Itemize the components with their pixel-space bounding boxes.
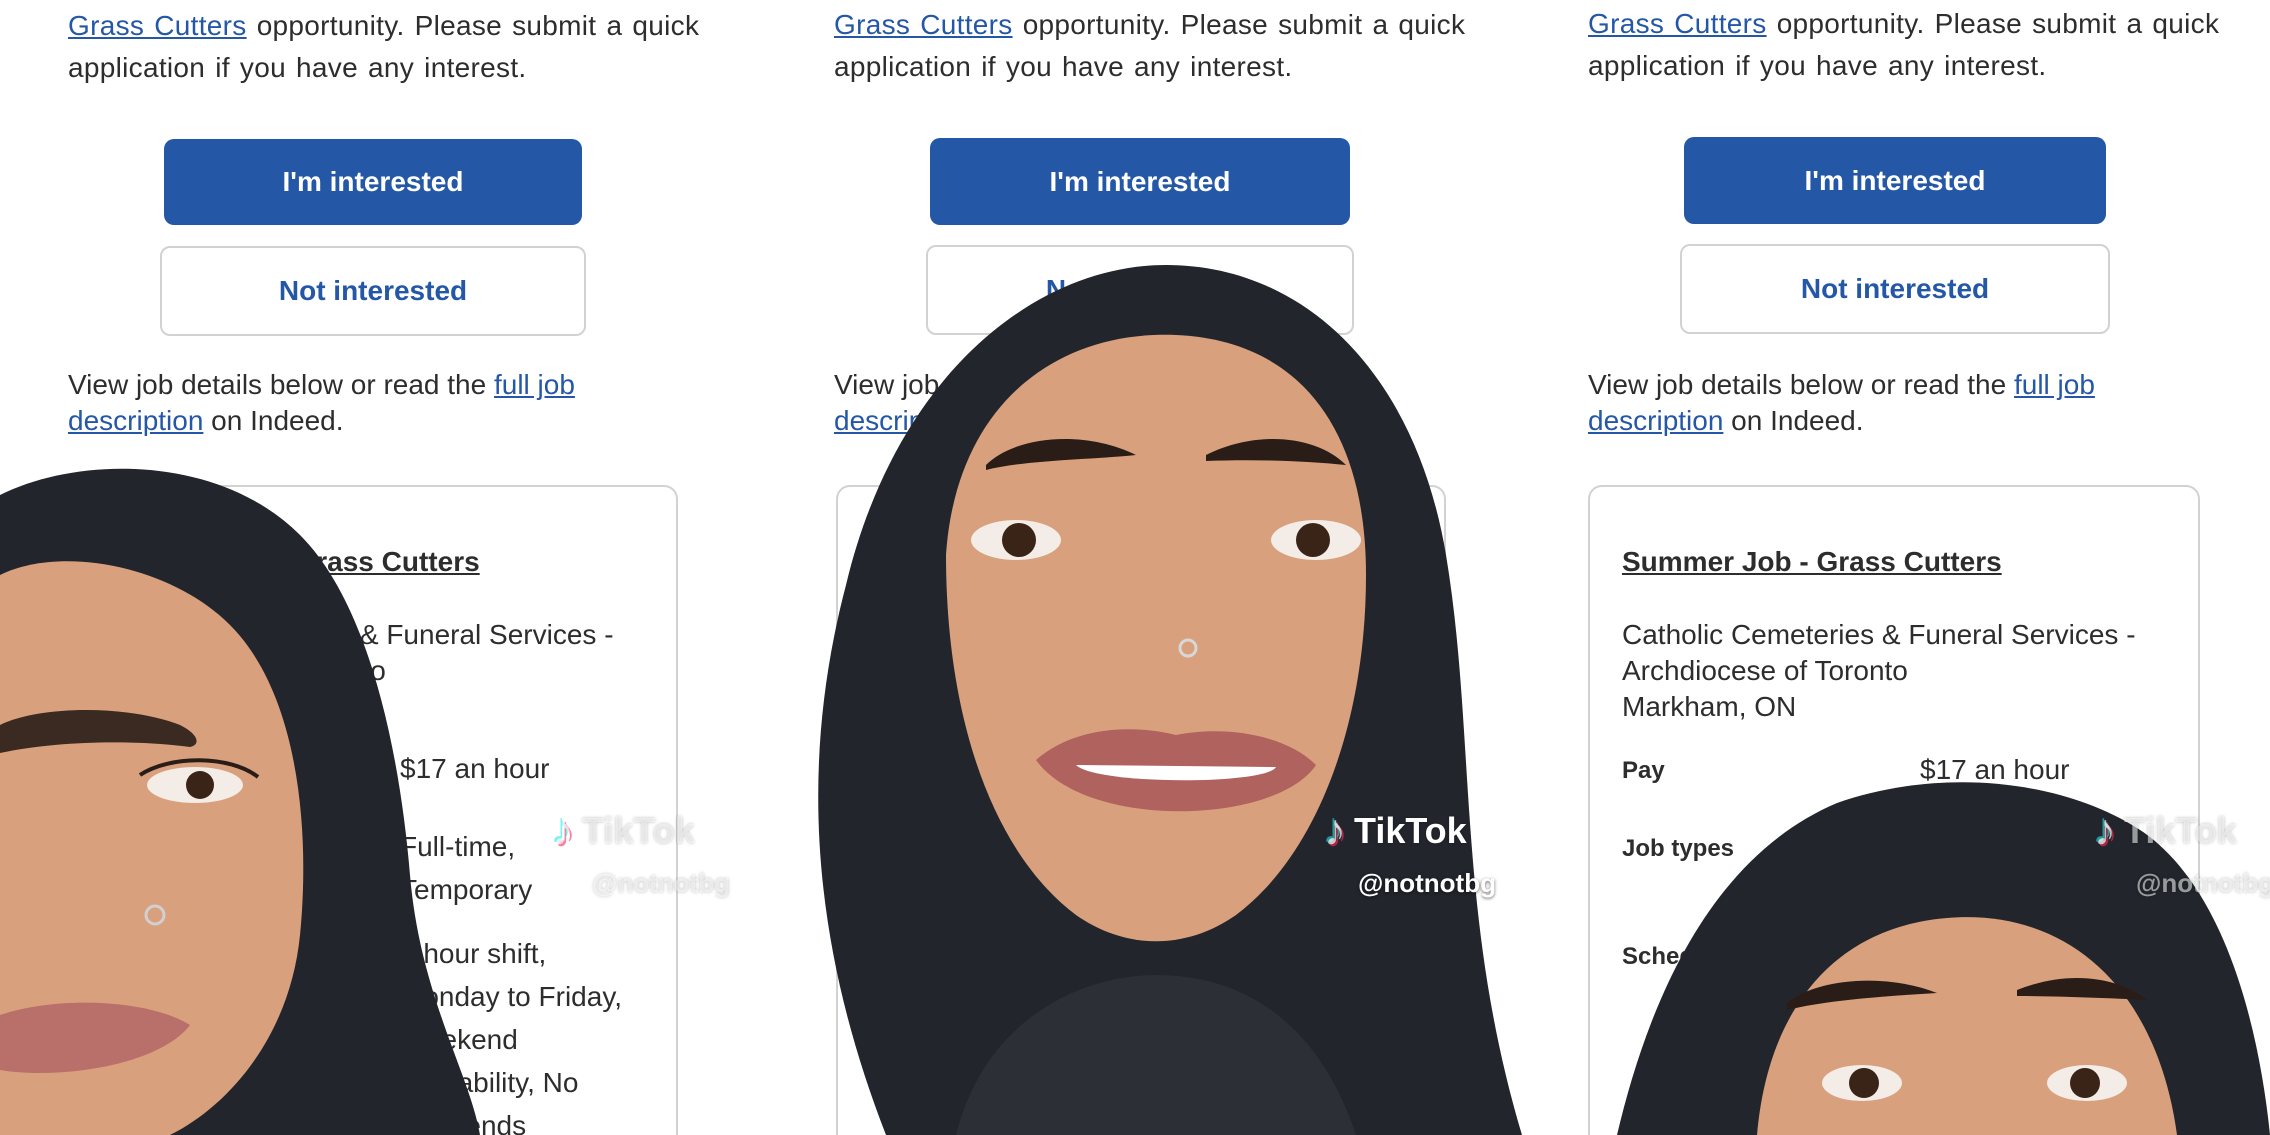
tiktok-handle-left: @notnotbg [592,868,730,898]
intro-paragraph: Grass Cutters opportunity. Please submit… [834,9,1466,82]
intro-text-2: application if you have any interest. [68,52,527,83]
tiktok-watermark-right: ♪ TikTok [2094,806,2237,855]
job-location: Markham, ON [1622,691,1797,722]
interested-button[interactable]: I'm interested [1684,137,2106,224]
video-frame-center: Grass Cutters opportunity. Please submit… [756,0,1522,1135]
video-frame-right: Grass Cutters opportunity. Please submit… [1522,0,2270,1135]
intro-text: opportunity. Please submit a quick [246,10,700,41]
person-overlay-left [0,468,480,1135]
not-interested-button[interactable]: Not interested [1680,244,2110,334]
full-job-description-link[interactable]: full job [2014,369,2095,400]
full-job-description-link[interactable]: full job [494,369,575,400]
tiktok-handle-right: @notnotbg [2136,868,2270,898]
tiktok-watermark-center: ♪ TikTok [1324,806,1467,855]
intro-paragraph: Grass Cutters opportunity. Please submit… [68,5,708,89]
not-interested-button[interactable]: Not interested [160,246,586,336]
tiktok-note-icon: ♪ [2094,806,2116,855]
tiktok-watermark-left: ♪ TikTok [552,806,695,855]
view-details-text: View job details below or read the full … [1588,369,2095,436]
grass-cutters-link[interactable]: Grass Cutters [68,10,247,41]
grass-cutters-link[interactable]: Grass Cutters [1588,8,1767,39]
tiktok-note-icon: ♪ [1324,806,1346,855]
full-job-description-link-2[interactable]: description [68,405,203,436]
grass-cutters-link[interactable]: Grass Cutters [834,9,1013,40]
intro-paragraph: Grass Cutters opportunity. Please submit… [1588,8,2220,81]
video-frame-left: Grass Cutters opportunity. Please submit… [0,0,756,1135]
job-title[interactable]: Summer Job - Grass Cutters [1622,546,2002,578]
tiktok-handle-center: @notnotbg [1358,868,1496,898]
company-info: Catholic Cemeteries & Funeral Services -… [1622,619,2136,722]
interested-button[interactable]: I'm interested [930,138,1350,225]
interested-button[interactable]: I'm interested [164,139,582,225]
view-details-text: View job details below or read the full … [68,369,575,436]
person-overlay-center [818,265,1522,1135]
tiktok-note-icon: ♪ [552,806,574,855]
